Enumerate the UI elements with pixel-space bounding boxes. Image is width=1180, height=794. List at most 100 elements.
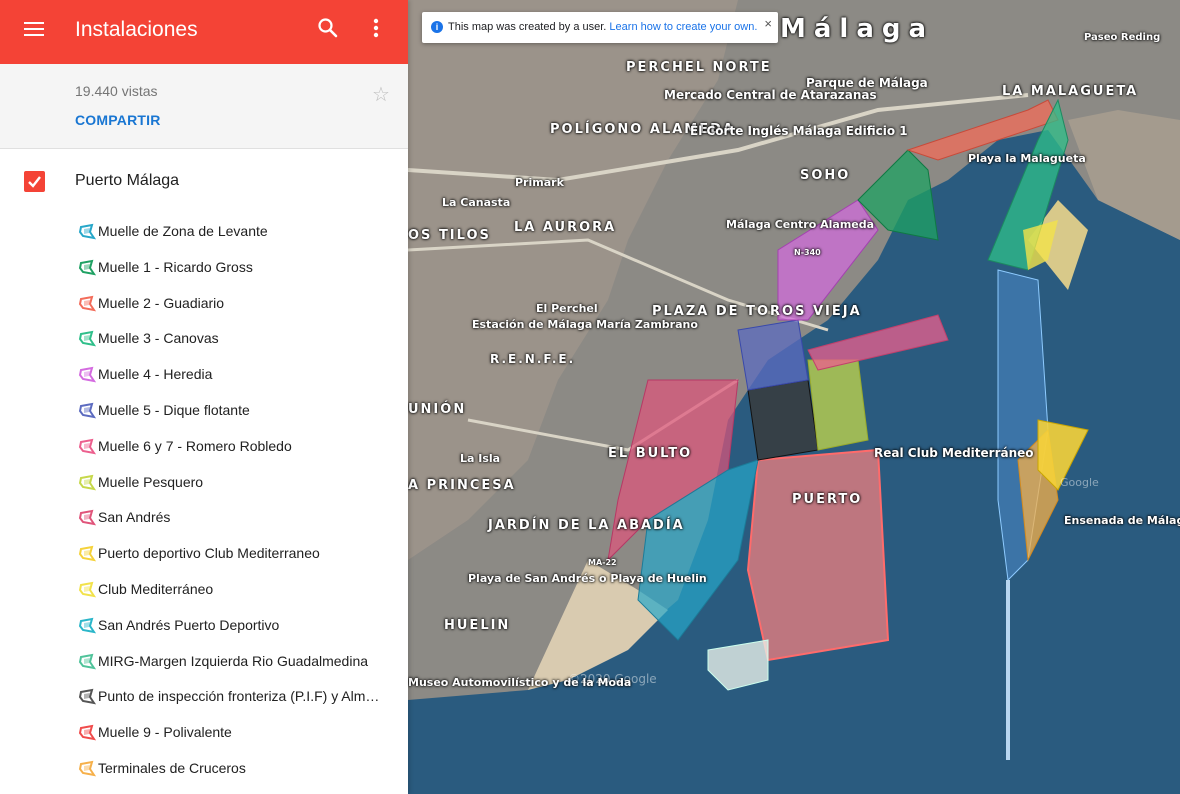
map-label: La Canasta — [442, 196, 511, 209]
map-label: Mercado Central de Atarazanas — [664, 88, 877, 102]
polygon-icon — [78, 474, 97, 492]
feature-item[interactable]: Muelle 9 - Polivalente — [0, 715, 408, 751]
layer-header: Puerto Málaga — [0, 148, 408, 214]
notice-message: This map was created by a user. Learn ho… — [448, 21, 757, 33]
map-label: Primark — [515, 176, 564, 189]
map-label: OS TILOS — [408, 228, 491, 243]
polygon-icon — [78, 581, 97, 599]
layer-panel: Puerto Málaga Muelle de Zona de Levante M… — [0, 148, 408, 787]
polygon-icon — [78, 295, 97, 313]
feature-item[interactable]: Punto de inspección fronteriza (P.I.F) y… — [0, 679, 408, 715]
search-icon[interactable] — [316, 16, 342, 42]
feature-item[interactable]: Terminales de Cruceros — [0, 751, 408, 787]
feature-label: Punto de inspección fronteriza (P.I.F) y… — [98, 688, 382, 705]
map-label: PUERTO — [792, 492, 863, 507]
layer-name: Puerto Málaga — [75, 172, 180, 189]
feature-item[interactable]: San Andrés Puerto Deportivo — [0, 608, 408, 644]
map-label: Paseo Reding — [1084, 32, 1161, 43]
info-icon: i — [431, 21, 443, 33]
polygon-icon — [78, 366, 97, 384]
layer-checkbox[interactable] — [24, 171, 45, 192]
map-label: HUELIN — [444, 618, 511, 633]
feature-label: Muelle 6 y 7 - Romero Robledo — [98, 437, 292, 454]
polygon-icon — [78, 509, 97, 527]
feature-item[interactable]: San Andrés — [0, 500, 408, 536]
feature-label: Muelle 3 - Canovas — [98, 330, 219, 347]
feature-item[interactable]: Muelle 5 - Dique flotante — [0, 393, 408, 429]
feature-label: Muelle 2 - Guadiario — [98, 294, 225, 311]
user-map-notice: i This map was created by a user. Learn … — [422, 12, 778, 43]
feature-item[interactable]: Muelle Pesquero — [0, 465, 408, 501]
feature-label: Terminales de Cruceros — [98, 759, 246, 776]
map-label: N-340 — [794, 248, 821, 257]
feature-label: Muelle de Zona de Levante — [98, 223, 268, 239]
polygon-icon — [78, 402, 97, 420]
polygon-icon — [78, 724, 97, 742]
feature-item[interactable]: Club Mediterráneo — [0, 572, 408, 608]
feature-label: San Andrés — [98, 509, 171, 526]
notice-text: This map was created by a user. — [448, 21, 607, 33]
satellite-map — [408, 0, 1180, 760]
feature-item[interactable]: Muelle 1 - Ricardo Gross — [0, 250, 408, 286]
map-label: MA-22 — [588, 558, 617, 567]
feature-label: Puerto deportivo Club Mediterraneo — [98, 545, 320, 562]
polygon-icon — [78, 223, 97, 241]
map-label: LA AURORA — [514, 220, 617, 235]
map-label: Málaga Centro Alameda — [726, 218, 875, 231]
top-bar: Instalaciones — [0, 0, 408, 64]
feature-label: Muelle 1 - Ricardo Gross — [98, 258, 253, 275]
map-label: JARDÍN DE LA ABADÍA — [488, 518, 685, 533]
feature-item[interactable]: Muelle 2 - Guadiario — [0, 286, 408, 322]
zone-dique-flotante — [737, 319, 809, 391]
map-label: LA MALAGUETA — [1002, 84, 1139, 99]
map-label: Google — [1060, 476, 1099, 489]
map-label: Ensenada de Málaga — [1064, 514, 1180, 527]
more-options-icon[interactable] — [364, 14, 388, 44]
learn-more-link[interactable]: Learn how to create your own. — [609, 21, 757, 33]
polygon-icon — [78, 653, 97, 671]
star-icon[interactable]: ☆ — [372, 82, 390, 107]
map-label: UNIÓN — [408, 402, 467, 417]
feature-label: Muelle 4 - Heredia — [98, 366, 213, 383]
map-label: EL BULTO — [608, 446, 693, 461]
feature-label: Muelle Pesquero — [98, 473, 204, 490]
close-icon[interactable]: × — [764, 16, 772, 31]
map-label: Playa de San Andrés o Playa de Huelin — [468, 572, 707, 585]
map-label: PERCHEL NORTE — [626, 60, 772, 75]
menu-icon[interactable] — [22, 18, 46, 46]
zone-muelle-9-tip — [707, 639, 769, 691]
map-label: El Perchel — [536, 302, 598, 315]
view-count: 19.440 vistas — [75, 83, 158, 99]
feature-item[interactable]: Muelle 3 - Canovas — [0, 321, 408, 357]
map-label: La Isla — [460, 452, 501, 465]
feature-label: San Andrés Puerto Deportivo — [98, 616, 280, 633]
polygon-icon — [78, 760, 97, 778]
feature-item[interactable]: Muelle de Zona de Levante — [0, 214, 408, 250]
feature-item[interactable]: Puerto deportivo Club Mediterraneo — [0, 536, 408, 572]
feature-item[interactable]: Muelle 6 y 7 - Romero Robledo — [0, 429, 408, 465]
polygon-icon — [78, 259, 97, 277]
feature-label: Muelle 9 - Polivalente — [98, 724, 232, 741]
polygon-icon — [78, 688, 97, 706]
map-label: El Corte Inglés Málaga Edificio 1 — [690, 124, 908, 138]
map-label: Playa la Malagueta — [968, 152, 1086, 165]
zone-pesquero — [807, 359, 869, 451]
feature-item[interactable]: Muelle 4 - Heredia — [0, 357, 408, 393]
map-label: Estación de Málaga María Zambrano — [472, 318, 698, 331]
zone-muelle-9 — [746, 448, 890, 662]
feature-list: Muelle de Zona de Levante Muelle 1 - Rica… — [0, 214, 408, 787]
map-label: Real Club Mediterráneo — [874, 446, 1034, 460]
polygon-icon — [78, 617, 97, 635]
polygon-icon — [78, 330, 97, 348]
feature-item[interactable]: MIRG-Margen Izquierda Rio Guadalmedina — [0, 644, 408, 680]
share-button[interactable]: COMPARTIR — [75, 112, 161, 128]
map-canvas[interactable]: Málaga PERCHEL NORTE Mercado Central de At… — [408, 0, 1180, 794]
map-label: A PRINCESA — [408, 478, 516, 493]
map-label: SOHO — [800, 168, 851, 183]
feature-label: Club Mediterráneo — [98, 580, 214, 597]
map-label: ©2020 Google — [568, 672, 657, 686]
map-label: R.E.N.F.E. — [490, 352, 576, 366]
zone-pif — [747, 379, 819, 461]
map-info: 19.440 vistas COMPARTIR ☆ — [0, 64, 408, 149]
sidebar: Instalaciones 19.440 vistas COMPARTIR ☆ … — [0, 0, 408, 794]
